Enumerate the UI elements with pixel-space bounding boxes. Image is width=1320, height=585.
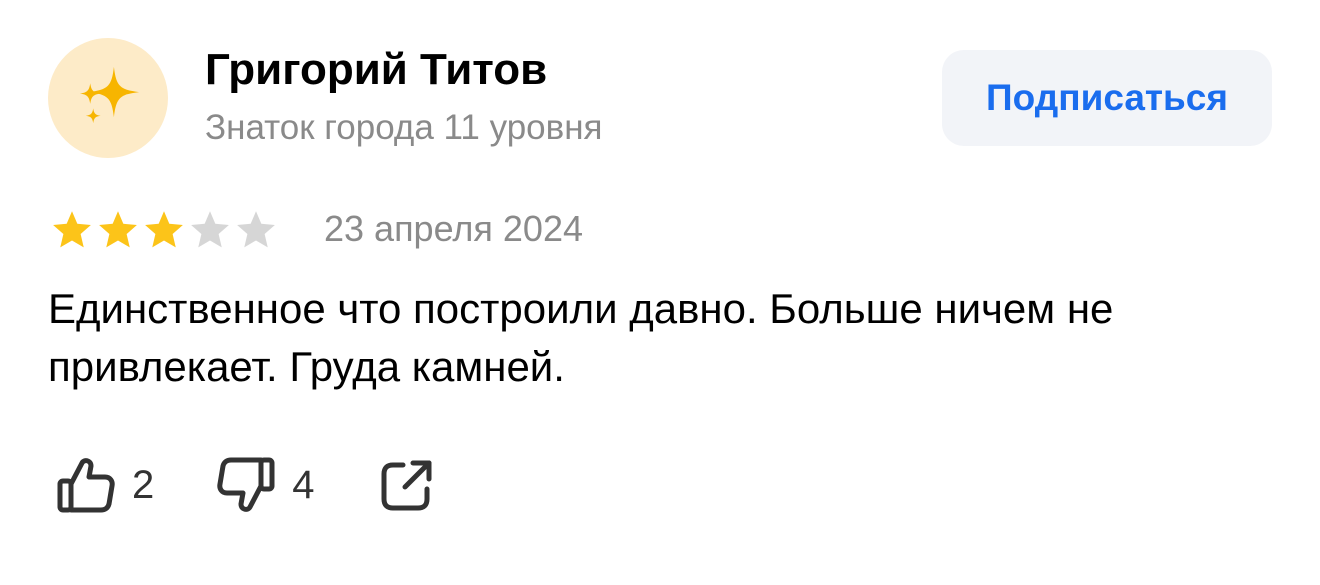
review-text: Единственное что построили давно. Больше… <box>48 285 1114 390</box>
dislike-count: 4 <box>292 463 315 507</box>
subscribe-button[interactable]: Подписаться <box>942 50 1272 146</box>
share-button[interactable] <box>375 453 439 517</box>
star-empty-icon <box>191 211 229 248</box>
sparkles-icon <box>79 66 140 124</box>
share-icon <box>381 460 431 511</box>
star-empty-icon <box>237 211 275 248</box>
dislike-button[interactable]: 4 <box>214 453 315 517</box>
review-actions: 2 4 <box>54 450 439 520</box>
star-filled-icon <box>145 211 183 248</box>
like-count: 2 <box>132 463 155 507</box>
like-button[interactable]: 2 <box>54 453 154 517</box>
star-rating <box>50 208 278 252</box>
review-date: 23 апреля 2024 <box>324 208 583 249</box>
star-filled-icon <box>53 211 91 248</box>
thumbs-up-icon <box>57 458 115 513</box>
author-name[interactable]: Григорий Титов <box>205 44 547 96</box>
avatar[interactable] <box>48 38 168 158</box>
author-level: Знаток города 11 уровня <box>205 108 603 147</box>
thumbs-down-icon <box>217 457 275 512</box>
star-filled-icon <box>99 211 137 248</box>
